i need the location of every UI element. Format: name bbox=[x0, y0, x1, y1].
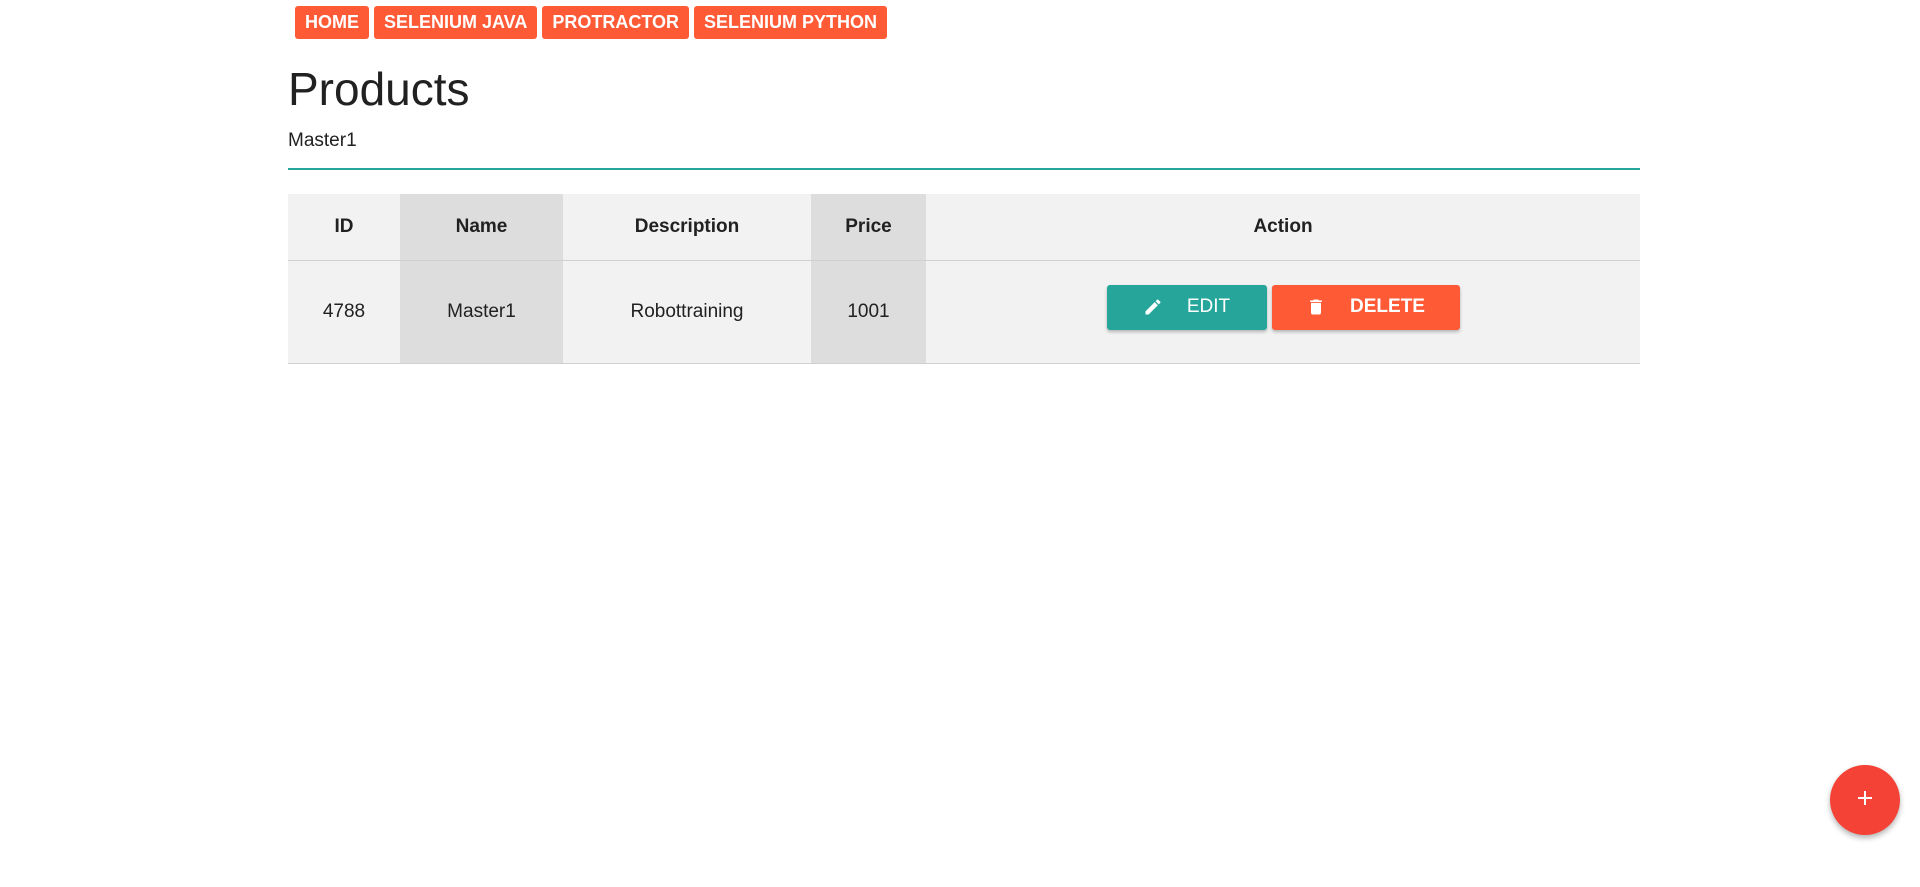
trash-icon bbox=[1306, 296, 1326, 318]
header-action: Action bbox=[926, 194, 1640, 261]
add-product-button[interactable] bbox=[1830, 765, 1900, 835]
top-nav: HOME SELENIUM JAVA PROTRACTOR SELENIUM P… bbox=[295, 6, 888, 39]
nav-home-button[interactable]: HOME bbox=[295, 6, 369, 39]
header-name: Name bbox=[400, 194, 563, 261]
header-id: ID bbox=[288, 194, 400, 261]
products-table: ID Name Description Price Action 4788 Ma… bbox=[288, 194, 1640, 364]
cell-action: EDIT DELETE bbox=[926, 260, 1640, 364]
cell-name: Master1 bbox=[400, 260, 563, 364]
delete-button-label: DELETE bbox=[1350, 296, 1425, 317]
page: HOME SELENIUM JAVA PROTRACTOR SELENIUM P… bbox=[0, 0, 1920, 887]
cell-id: 4788 bbox=[288, 260, 400, 364]
header-description: Description bbox=[563, 194, 811, 261]
plus-icon bbox=[1853, 786, 1877, 815]
edit-button-label: EDIT bbox=[1186, 296, 1231, 317]
nav-selenium-java-button[interactable]: SELENIUM JAVA bbox=[374, 6, 538, 39]
cell-description: Robottraining bbox=[563, 260, 811, 364]
search-input[interactable] bbox=[288, 126, 1640, 156]
nav-selenium-python-button[interactable]: SELENIUM PYTHON bbox=[694, 6, 888, 39]
pencil-icon bbox=[1143, 297, 1163, 317]
page-title: Products bbox=[288, 63, 470, 115]
edit-button[interactable]: EDIT bbox=[1106, 284, 1267, 330]
delete-button[interactable]: DELETE bbox=[1271, 284, 1460, 330]
table-body: 4788 Master1 Robottraining 1001 EDIT DEL… bbox=[288, 260, 1640, 364]
row-actions: EDIT DELETE bbox=[927, 284, 1639, 330]
search-field bbox=[288, 126, 1640, 170]
table-header-row: ID Name Description Price Action bbox=[288, 194, 1640, 261]
table-header: ID Name Description Price Action bbox=[288, 194, 1640, 261]
header-price: Price bbox=[811, 194, 926, 261]
table-row: 4788 Master1 Robottraining 1001 EDIT DEL… bbox=[288, 260, 1640, 364]
cell-price: 1001 bbox=[811, 260, 926, 364]
nav-protractor-button[interactable]: PROTRACTOR bbox=[542, 6, 690, 39]
